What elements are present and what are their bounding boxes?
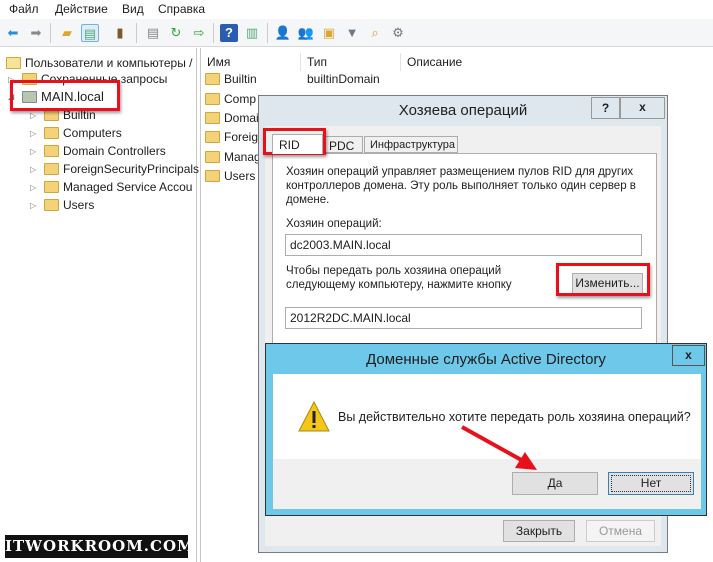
menu-bar: Файл Действие Вид Справка	[0, 0, 713, 19]
back-icon[interactable]: ⬅	[4, 24, 22, 42]
target-master-field[interactable]: 2012R2DC.MAIN.local	[285, 307, 642, 329]
folder-icon	[44, 181, 59, 193]
ou-icon	[44, 145, 59, 157]
help-button[interactable]: ?	[591, 97, 620, 119]
new-user-icon[interactable]: 👤	[274, 24, 292, 42]
folder-icon	[44, 163, 59, 175]
tab-infrastructure[interactable]: Инфраструктура	[364, 136, 458, 153]
export-list-icon[interactable]: ⇨	[190, 24, 208, 42]
refresh-icon[interactable]: ↻	[167, 24, 185, 42]
add-to-group-icon[interactable]: ⚙	[389, 24, 407, 42]
rid-description: Хозяин операций управляет размещением пу…	[286, 166, 636, 206]
watermark-logo: ITWORKROOM.COM	[5, 535, 194, 558]
tree-item-domain-controllers[interactable]: ▷ Domain Controllers	[30, 144, 166, 158]
list-row[interactable]: Manag	[205, 150, 261, 164]
list-row[interactable]: Domai	[205, 111, 259, 125]
tab-pdc[interactable]: PDC	[323, 136, 363, 153]
new-group-icon[interactable]: 👥	[297, 24, 315, 42]
tree-item-foreign-security-principals[interactable]: ▷ ForeignSecurityPrincipals	[30, 162, 199, 176]
properties-icon[interactable]: ▤	[144, 24, 162, 42]
find-icon[interactable]: ⌕	[366, 24, 384, 42]
tree-item-managed-service-accounts[interactable]: ▷ Managed Service Accou	[30, 180, 192, 194]
folder-icon	[205, 151, 220, 163]
folder-icon	[205, 131, 220, 143]
list-row-type: builtinDomain	[307, 72, 380, 86]
console-tree: Пользователи и компьютеры / ▷ Сохраненные…	[0, 48, 199, 562]
folder-icon	[205, 170, 220, 182]
master-label: Хозяин операций:	[286, 218, 382, 230]
menu-help[interactable]: Справка	[158, 2, 205, 16]
list-row[interactable]: Foreig	[205, 130, 258, 144]
list-row[interactable]: Users	[205, 169, 255, 183]
action-pane-icon[interactable]: ▥	[243, 24, 261, 42]
new-ou-icon[interactable]: ▣	[320, 24, 338, 42]
tree-root[interactable]: Пользователи и компьютеры /	[6, 56, 193, 70]
confirm-close-button[interactable]: x	[672, 345, 705, 366]
folder-icon	[205, 73, 220, 85]
red-arrow-annotation	[461, 425, 537, 470]
forward-icon[interactable]: ➡	[27, 24, 45, 42]
column-description[interactable]: Описание	[401, 53, 713, 71]
column-type[interactable]: Тип	[301, 53, 401, 71]
highlight-change-button	[556, 263, 650, 296]
folder-icon	[44, 127, 59, 139]
warning-icon	[298, 401, 330, 432]
column-name[interactable]: Имя	[201, 53, 301, 71]
list-row[interactable]: Builtin	[205, 72, 257, 86]
list-row[interactable]: Comp	[205, 92, 256, 106]
close-dialog-button[interactable]: Закрыть	[503, 520, 575, 542]
show-console-tree-icon[interactable]: ▤	[81, 24, 99, 42]
snapin-icon	[6, 57, 21, 69]
highlight-main-local	[10, 80, 120, 111]
up-folder-icon[interactable]: ▰	[58, 24, 76, 42]
confirm-dialog-title: Доменные службы Active Directory	[366, 351, 606, 368]
current-master-field[interactable]: dc2003.MAIN.local	[285, 234, 642, 256]
menu-view[interactable]: Вид	[122, 2, 144, 16]
folder-icon	[44, 199, 59, 211]
no-button[interactable]: Нет	[608, 472, 694, 495]
folder-icon	[205, 112, 220, 124]
clipboard-icon[interactable]: ▮	[111, 24, 129, 42]
transfer-instructions: Чтобы передать роль хозяина операций сле…	[286, 265, 512, 291]
tree-item-users[interactable]: ▷ Users	[30, 198, 94, 212]
menu-file[interactable]: Файл	[9, 2, 39, 16]
toolbar: ⬅ ➡ ▰ ▤ ▮ ▤ ↻ ⇨ ? ▥ 👤 👥 ▣ ▼ ⌕ ⚙	[0, 19, 713, 47]
menu-action[interactable]: Действие	[55, 2, 108, 16]
help-icon[interactable]: ?	[220, 24, 238, 42]
tree-item-computers[interactable]: ▷ Computers	[30, 126, 122, 140]
close-button[interactable]: x	[620, 97, 665, 119]
filter-icon[interactable]: ▼	[343, 24, 361, 42]
folder-icon	[205, 93, 220, 105]
cancel-button[interactable]: Отмена	[586, 520, 655, 542]
tab-rid[interactable]: RID	[272, 134, 323, 154]
